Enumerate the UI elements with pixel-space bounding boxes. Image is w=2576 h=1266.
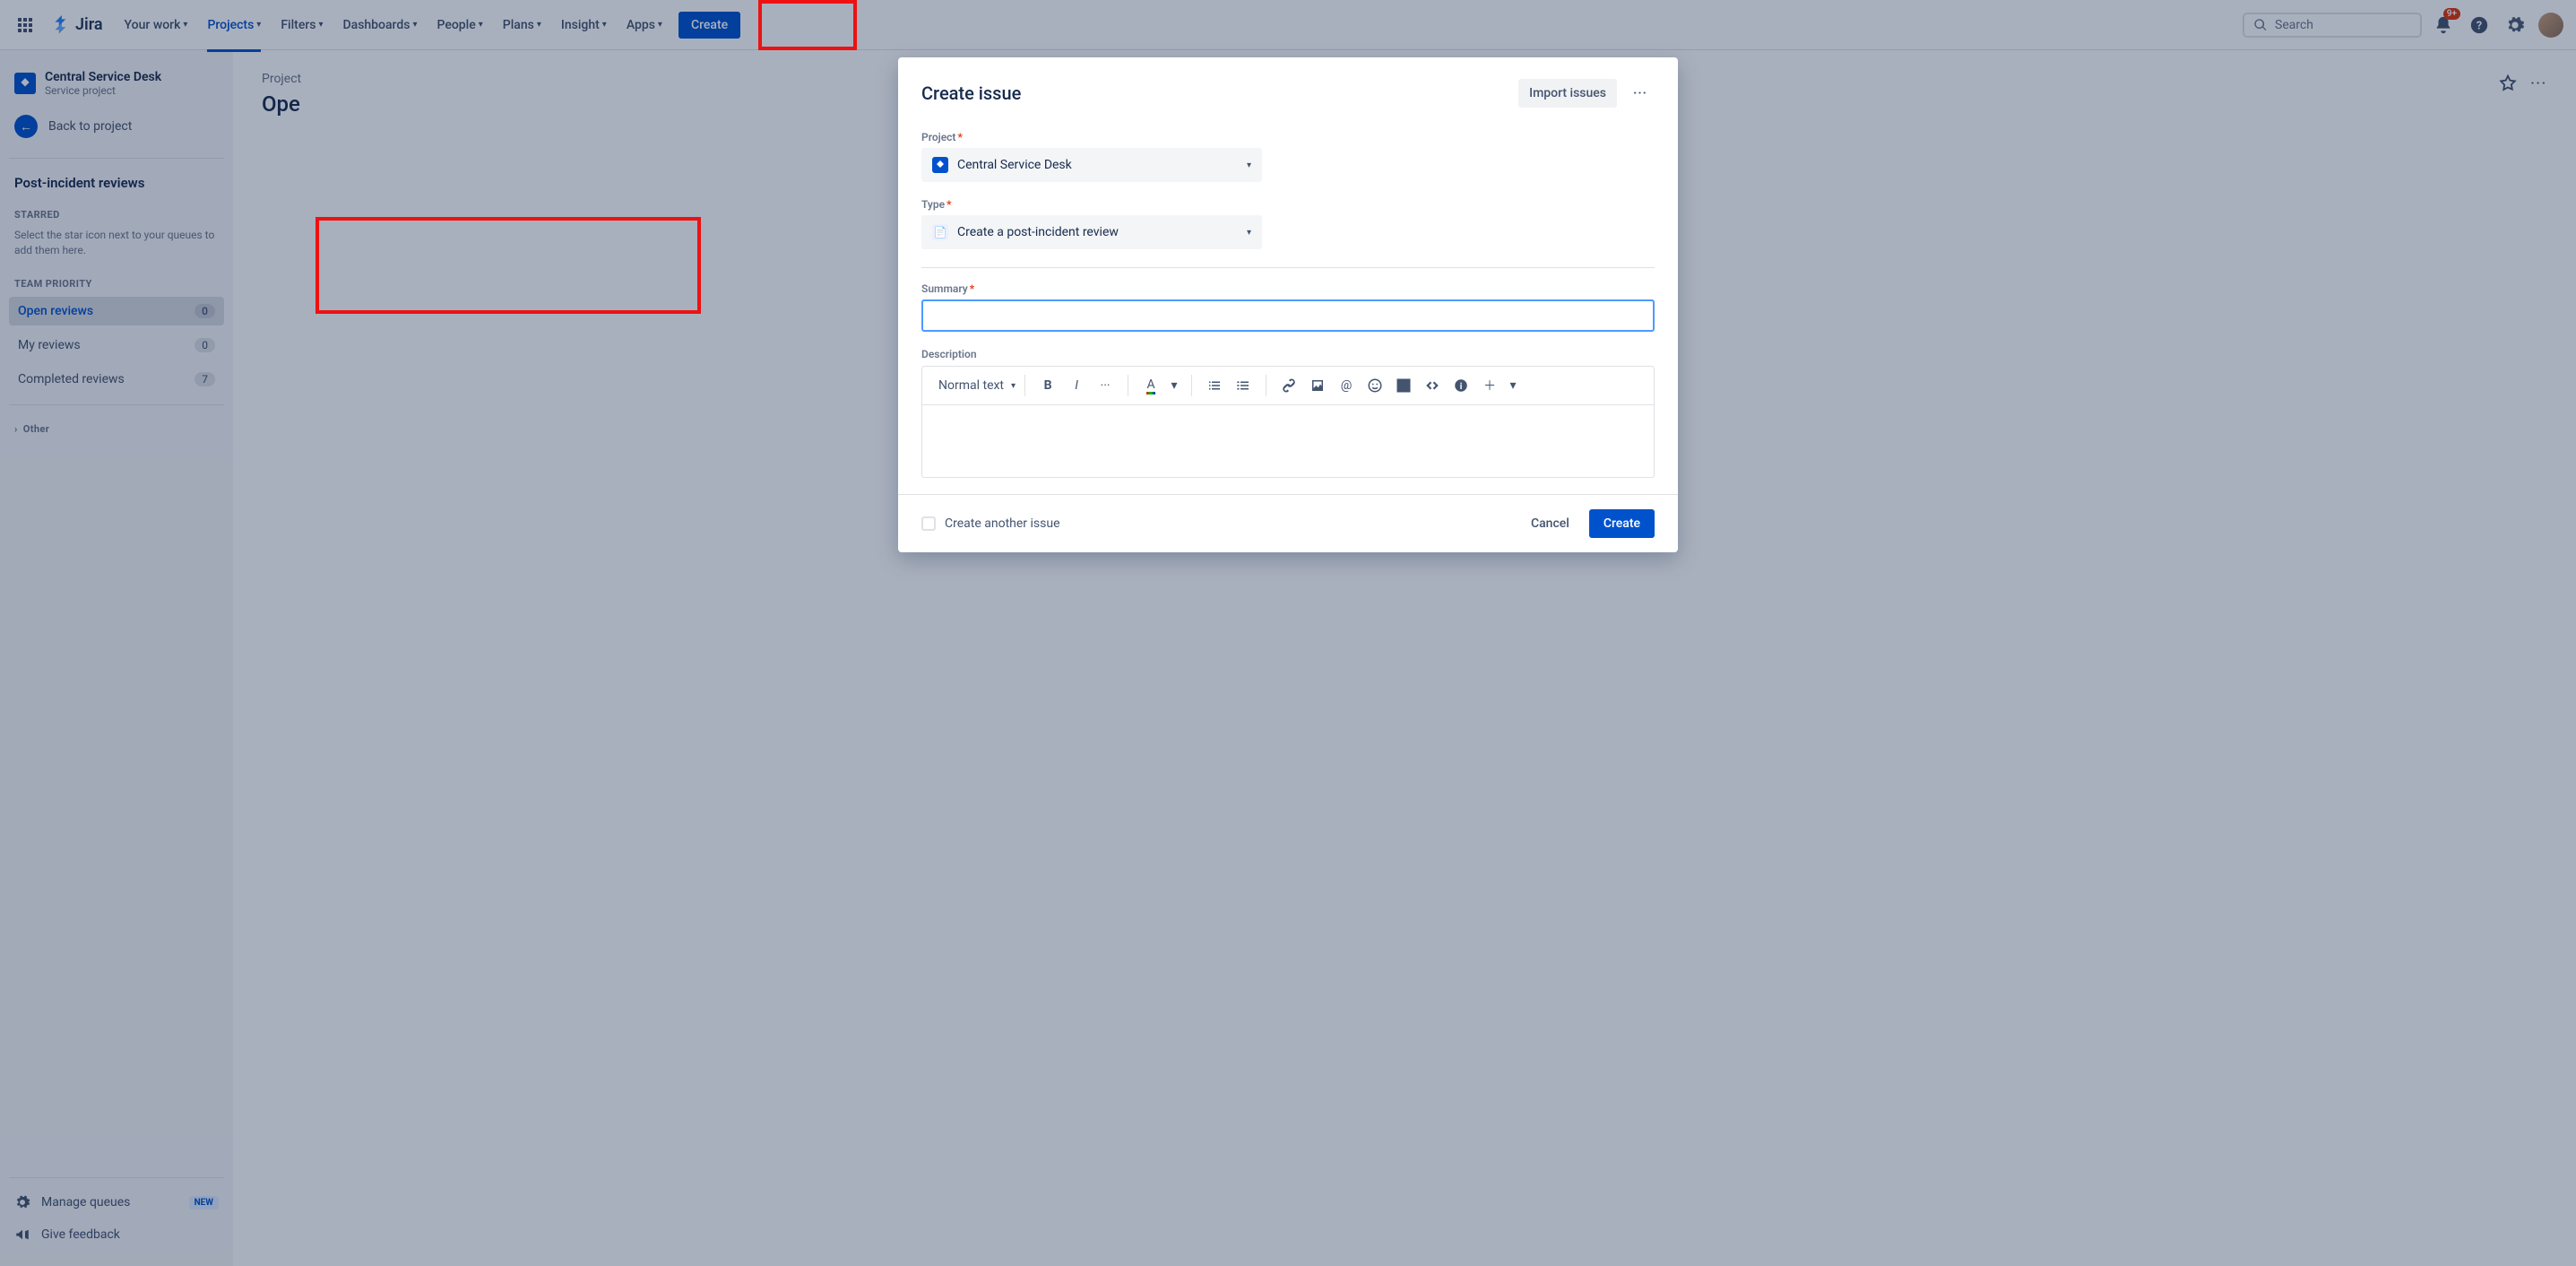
text-style-select[interactable]: Normal text▾ [931, 373, 1023, 398]
type-field-label: Type* [921, 198, 1655, 211]
project-select-icon [932, 157, 948, 173]
numbered-list-icon[interactable] [1230, 372, 1257, 399]
submit-create-button[interactable]: Create [1589, 509, 1655, 538]
bullet-list-icon[interactable] [1201, 372, 1228, 399]
description-field-label: Description [921, 348, 1655, 360]
summary-field-label: Summary* [921, 282, 1655, 295]
type-select[interactable]: 📄 Create a post-incident review ▾ [921, 215, 1262, 249]
emoji-icon[interactable] [1361, 372, 1388, 399]
editor-toolbar: Normal text▾ B I ··· A ▾ [922, 367, 1654, 405]
divider [921, 267, 1655, 268]
image-icon[interactable] [1304, 372, 1331, 399]
summary-input[interactable] [921, 299, 1655, 332]
project-select[interactable]: Central Service Desk ▾ [921, 148, 1262, 182]
chevron-down-icon: ▾ [1247, 228, 1251, 238]
table-icon[interactable] [1390, 372, 1417, 399]
create-issue-modal: Create issue Import issues ··· Project* … [898, 57, 1678, 552]
code-icon[interactable] [1419, 372, 1446, 399]
type-select-value: Create a post-incident review [957, 225, 1119, 239]
insert-icon[interactable]: ＋ [1476, 372, 1503, 399]
checkbox-icon [921, 516, 936, 531]
modal-header: Create issue Import issues ··· [898, 57, 1678, 120]
create-another-checkbox[interactable]: Create another issue [921, 516, 1060, 531]
bold-icon[interactable]: B [1034, 372, 1061, 399]
more-formatting-icon[interactable]: ··· [1092, 372, 1119, 399]
project-select-value: Central Service Desk [957, 158, 1072, 172]
modal-footer: Create another issue Cancel Create [898, 494, 1678, 552]
modal-title: Create issue [921, 82, 1021, 104]
import-issues-button[interactable]: Import issues [1518, 79, 1617, 108]
chevron-down-icon: ▾ [1247, 160, 1251, 170]
mention-icon[interactable]: @ [1333, 372, 1360, 399]
italic-icon[interactable]: I [1063, 372, 1090, 399]
editor-body[interactable] [922, 405, 1654, 477]
modal-body: Project* Central Service Desk ▾ Type* 📄 … [898, 120, 1678, 494]
info-icon[interactable]: i [1448, 372, 1474, 399]
project-field-label: Project* [921, 131, 1655, 143]
cancel-button[interactable]: Cancel [1520, 509, 1580, 538]
text-color-icon[interactable]: A [1137, 372, 1164, 399]
type-select-icon: 📄 [932, 224, 948, 240]
link-icon[interactable] [1275, 372, 1302, 399]
chevron-down-icon[interactable]: ▾ [1166, 372, 1182, 399]
description-editor: Normal text▾ B I ··· A ▾ [921, 366, 1655, 478]
chevron-down-icon[interactable]: ▾ [1505, 372, 1521, 399]
svg-text:i: i [1460, 382, 1463, 392]
modal-more-icon[interactable]: ··· [1626, 79, 1655, 108]
